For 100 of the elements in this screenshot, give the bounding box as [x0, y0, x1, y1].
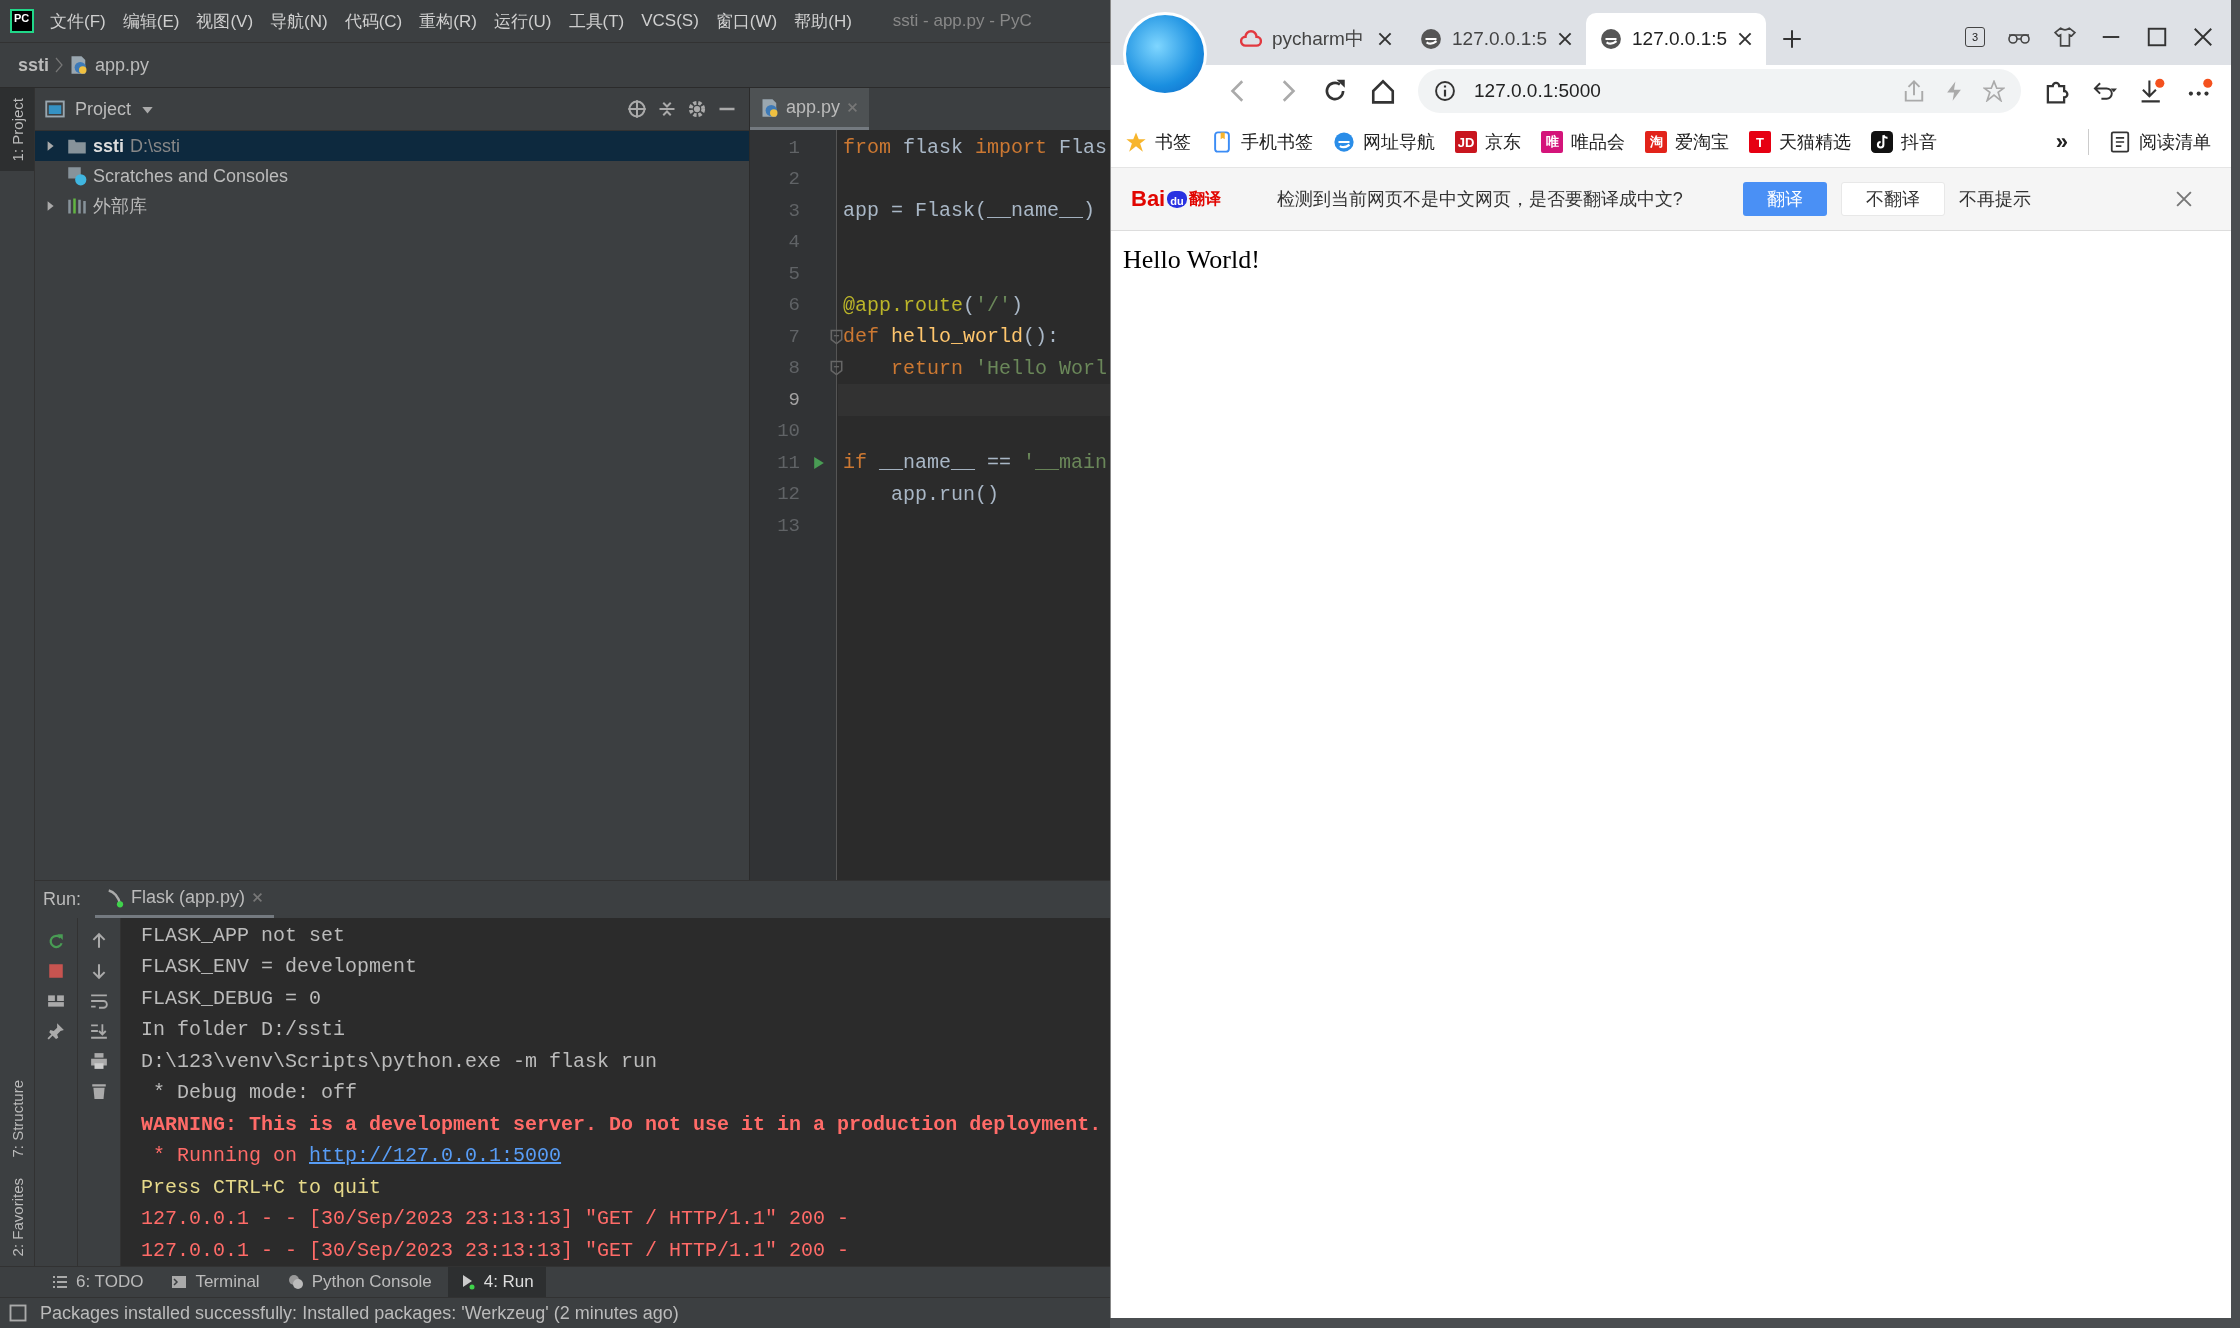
console-line: 127.0.0.1 - - [30/Sep/2023 23:13:13] "GET / HTTP/1.1" 200 - — [141, 1206, 851, 1232]
stop-icon[interactable] — [47, 961, 65, 980]
menu-item[interactable]: VCS(S) — [641, 11, 699, 31]
bookmark[interactable]: T 天猫精选 — [1749, 130, 1851, 154]
tool-tab[interactable]: 4: Run — [447, 1267, 546, 1297]
fold-icon[interactable] — [830, 360, 843, 377]
tool-window-tab[interactable]: 1: Project — [0, 88, 34, 172]
translate-button[interactable]: 不翻译 — [1840, 182, 1945, 216]
reading-list-button[interactable]: 阅读清单 — [2109, 130, 2211, 154]
menu-item[interactable]: 窗口(W) — [715, 9, 778, 33]
close-icon[interactable] — [1558, 32, 1572, 46]
site-icon: 淘 — [1645, 131, 1667, 153]
tree-item[interactable]: Scratches and Consoles — [35, 161, 749, 191]
tool-window-tab[interactable]: 2: Favorites — [0, 1167, 34, 1266]
more-bookmarks-button[interactable]: » — [2055, 129, 2068, 155]
run-icon[interactable] — [812, 455, 825, 470]
maximize-icon[interactable] — [2145, 25, 2169, 48]
close-icon[interactable] — [1378, 32, 1392, 46]
close-icon[interactable] — [1738, 32, 1752, 46]
code-line: app = Flask(__name__) — [843, 199, 1096, 223]
new-tab-icon[interactable] — [1782, 28, 1802, 49]
tree-item[interactable]: 外部库 — [35, 191, 749, 221]
browser-tab[interactable]: 127.0.0.1:5 — [1406, 13, 1586, 65]
tool-tab[interactable]: 6: TODO — [40, 1267, 156, 1297]
panel-title[interactable]: Project — [75, 98, 132, 120]
bookmark[interactable]: 手机书签 — [1211, 130, 1313, 154]
home-icon[interactable] — [1370, 78, 1396, 104]
console-line: Press CTRL+C to quit — [141, 1174, 383, 1201]
bookmark[interactable]: 网址导航 — [1333, 130, 1435, 154]
code-line: @app.route('/') — [843, 293, 1024, 317]
print-icon[interactable] — [90, 1051, 108, 1070]
tool-window-tab[interactable]: 7: Structure — [0, 1070, 34, 1168]
code-line: return 'Hello Worl — [890, 356, 1108, 380]
menu-item[interactable]: 导航(N) — [270, 9, 328, 33]
console-line: D:\123\venv\Scripts\python.exe -m flask run — [141, 1048, 659, 1075]
music-note-icon — [1871, 131, 1893, 153]
page-text: Hello World! — [1123, 245, 1260, 274]
menu-item[interactable]: 工具(T) — [568, 9, 625, 33]
code-line: if __name__ == '__main — [843, 451, 1108, 475]
terminal-icon — [171, 1274, 188, 1290]
reading-list-icon — [2109, 131, 2131, 153]
browser-tab[interactable]: 127.0.0.1:5 — [1586, 13, 1766, 65]
status-icon[interactable] — [8, 1303, 28, 1323]
console-line: FLASK_APP not set — [141, 922, 347, 949]
line-number: 9 — [787, 387, 800, 413]
browser-tab[interactable]: pycharm中 — [1226, 13, 1406, 65]
menu-item[interactable]: 视图(V) — [196, 9, 254, 33]
code-line: from flask import Flas — [843, 136, 1108, 160]
code-line: app.run() — [890, 482, 1000, 506]
pin-icon[interactable] — [47, 1021, 65, 1040]
translate-button[interactable]: 不再提示 — [1958, 182, 2031, 216]
scroll-end-icon[interactable] — [90, 1021, 108, 1040]
translator-logo: Bai du 翻译 — [1131, 186, 1221, 212]
editor-tab[interactable]: app.py — [750, 88, 870, 130]
site-icon: 唯 — [1541, 131, 1563, 153]
console-line: WARNING: This is a development server. Do not use it in a production deployment. — [141, 1111, 1103, 1138]
bookmark[interactable]: JD 京东 — [1455, 130, 1521, 154]
star-icon[interactable] — [1983, 80, 2005, 102]
run-tab[interactable]: Flask (app.py) — [95, 881, 275, 918]
down-arrow-icon[interactable] — [90, 961, 108, 980]
site-icon: T — [1749, 131, 1771, 153]
wrap-icon[interactable] — [90, 991, 108, 1010]
window-title: ssti - app.py - PyC — [892, 11, 1032, 31]
code-line: def hello_world(): — [843, 325, 1060, 349]
menu-item[interactable]: 编辑(E) — [122, 9, 180, 33]
bookmark[interactable]: 抖音 — [1871, 130, 1937, 154]
tool-tab[interactable]: Python Console — [275, 1267, 444, 1297]
menu-item[interactable]: 代码(C) — [344, 9, 403, 33]
menu-item[interactable]: 帮助(H) — [794, 9, 852, 33]
info-icon[interactable] — [1434, 80, 1456, 102]
fold-icon[interactable] — [830, 328, 843, 345]
download-icon[interactable] — [2139, 78, 2165, 104]
rerun-icon[interactable] — [47, 931, 65, 950]
settings-icon[interactable] — [687, 99, 707, 119]
breadcrumb-item[interactable]: ssti — [18, 54, 50, 76]
tab-count-badge[interactable]: 3 — [1965, 26, 1985, 47]
python-file-icon — [760, 97, 780, 118]
locate-icon[interactable] — [627, 99, 647, 119]
url-link[interactable]: http://127.0.0.1:5000 — [309, 1144, 562, 1167]
status-message: Packages installed successfully: Installed packages: 'Werkzeug' (2 minutes ago) — [40, 1302, 679, 1324]
library-icon — [67, 196, 87, 216]
translate-prompt: 检测到当前网页不是中文网页，是否要翻译成中文? — [1276, 188, 1683, 211]
trash-icon[interactable] — [90, 1081, 108, 1100]
tool-tab[interactable]: Terminal — [159, 1267, 272, 1297]
shirt-icon[interactable] — [2053, 25, 2077, 48]
console-line: In folder D:/ssti — [141, 1017, 347, 1043]
tree-item[interactable]: ssti D:\ssti — [35, 131, 749, 161]
scratches-icon — [67, 166, 87, 186]
menu-item[interactable]: 运行(U) — [493, 9, 552, 33]
menu-item[interactable]: 重构(R) — [419, 9, 477, 33]
bookmark[interactable]: 书签 — [1125, 130, 1191, 154]
bookmark[interactable]: 唯 唯品会 — [1541, 130, 1625, 154]
breadcrumb-item[interactable]: app.py — [95, 54, 150, 76]
address-bar[interactable]: 127.0.0.1:5000 — [1418, 69, 2021, 113]
console-line: FLASK_ENV = development — [141, 954, 419, 980]
close-icon[interactable] — [2191, 25, 2215, 48]
bookmark[interactable]: 淘 爱淘宝 — [1645, 130, 1729, 154]
up-arrow-icon[interactable] — [90, 931, 108, 950]
flask-icon — [105, 887, 126, 908]
menu-item[interactable]: 文件(F) — [50, 9, 106, 33]
